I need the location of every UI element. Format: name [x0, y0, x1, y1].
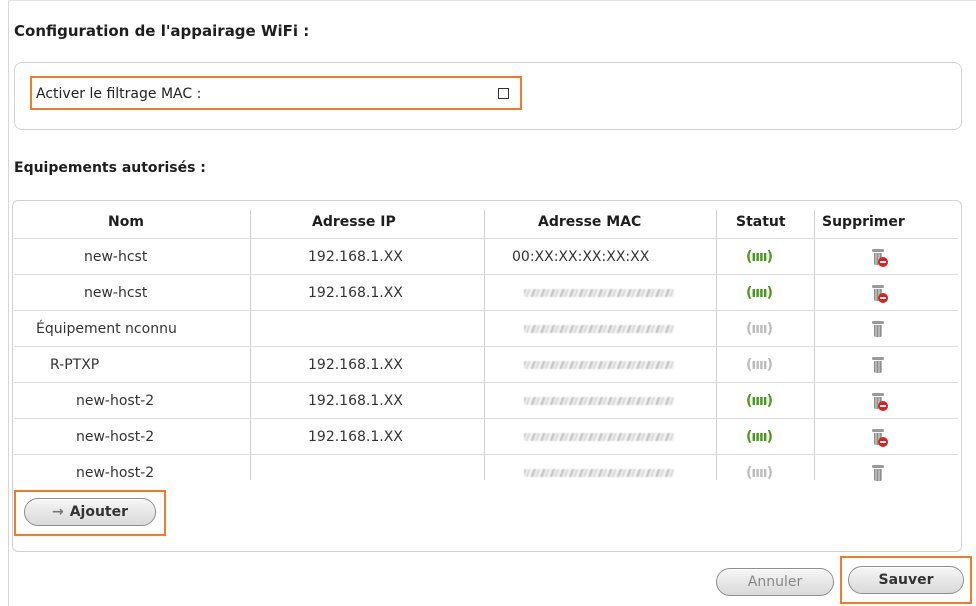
blurred-mac [524, 325, 674, 333]
table-row: new-hcst 192.168.1.XX (ıııı) [14, 274, 958, 310]
wifi-signal-icon: (ıııı) [746, 465, 773, 481]
table-row: R-PTXP 192.168.1.XX (ıııı) [14, 346, 958, 382]
trash-icon[interactable] [872, 249, 888, 267]
trash-icon[interactable] [872, 285, 888, 303]
column-header-delete: Supprimer [822, 214, 905, 230]
wifi-signal-icon: (ıııı) [746, 429, 773, 445]
device-mac [524, 311, 674, 347]
wifi-pairing-title: Configuration de l'appairage WiFi : [14, 22, 310, 40]
mac-filter-label: Activer le filtrage MAC : [36, 86, 202, 102]
device-mac: 00:XX:XX:XX:XX:XX [512, 249, 650, 265]
device-name: R-PTXP [50, 357, 100, 373]
blurred-mac [524, 289, 674, 297]
arrow-right-icon: → [51, 504, 64, 520]
blurred-mac [524, 361, 674, 369]
save-button[interactable]: Sauver [848, 566, 964, 594]
device-mac [524, 347, 674, 383]
device-mac [524, 383, 674, 419]
device-mac [524, 419, 674, 455]
wifi-signal-icon: (ıııı) [746, 249, 773, 265]
table-row: new-hcst 192.168.1.XX 00:XX:XX:XX:XX:XX … [14, 238, 958, 274]
blurred-mac [524, 469, 674, 477]
column-header-ip: Adresse IP [312, 214, 396, 230]
save-button-label: Sauver [878, 572, 934, 588]
cancel-button-label: Annuler [747, 574, 803, 590]
trash-icon[interactable] [872, 429, 888, 447]
frame-left-border [8, 0, 9, 606]
device-name: new-host-2 [76, 393, 155, 409]
device-ip: 192.168.1.XX [308, 429, 403, 445]
device-name: new-hcst [84, 285, 148, 301]
add-button-label: Ajouter [69, 504, 129, 520]
table-row: new-host-2 192.168.1.XX (ıııı) [14, 382, 958, 418]
wifi-signal-icon: (ıııı) [746, 393, 773, 409]
add-button[interactable]: → Ajouter [24, 498, 156, 526]
blurred-mac [524, 433, 674, 441]
device-name: Équipement nconnu [36, 321, 177, 337]
column-header-status: Statut [736, 214, 786, 230]
frame-top-border [8, 0, 976, 1]
blurred-mac [524, 397, 674, 405]
mac-filter-checkbox[interactable] [498, 88, 509, 99]
cancel-button[interactable]: Annuler [716, 568, 834, 596]
table-row: new-host-2 (ıııı) [14, 454, 958, 490]
column-header-name: Nom [108, 214, 144, 230]
device-ip: 192.168.1.XX [308, 393, 403, 409]
table-row: Équipement nconnu (ıııı) [14, 310, 958, 346]
device-name: new-host-2 [76, 429, 155, 445]
trash-icon[interactable] [872, 321, 884, 337]
column-header-mac: Adresse MAC [538, 214, 642, 230]
device-ip: 192.168.1.XX [308, 357, 403, 373]
device-mac [524, 455, 674, 491]
wifi-signal-icon: (ıııı) [746, 357, 773, 373]
wifi-signal-icon: (ıııı) [746, 285, 773, 301]
table-row: new-host-2 192.168.1.XX (ıııı) [14, 418, 958, 454]
device-ip: 192.168.1.XX [308, 285, 403, 301]
device-mac [524, 275, 674, 311]
device-name: new-host-2 [76, 465, 155, 481]
device-ip: 192.168.1.XX [308, 249, 403, 265]
trash-icon[interactable] [872, 465, 884, 481]
trash-icon[interactable] [872, 357, 884, 373]
authorized-devices-title: Equipements autorisés : [14, 160, 206, 176]
wifi-signal-icon: (ıııı) [746, 321, 773, 337]
device-name: new-hcst [84, 249, 148, 265]
trash-icon[interactable] [872, 393, 888, 411]
